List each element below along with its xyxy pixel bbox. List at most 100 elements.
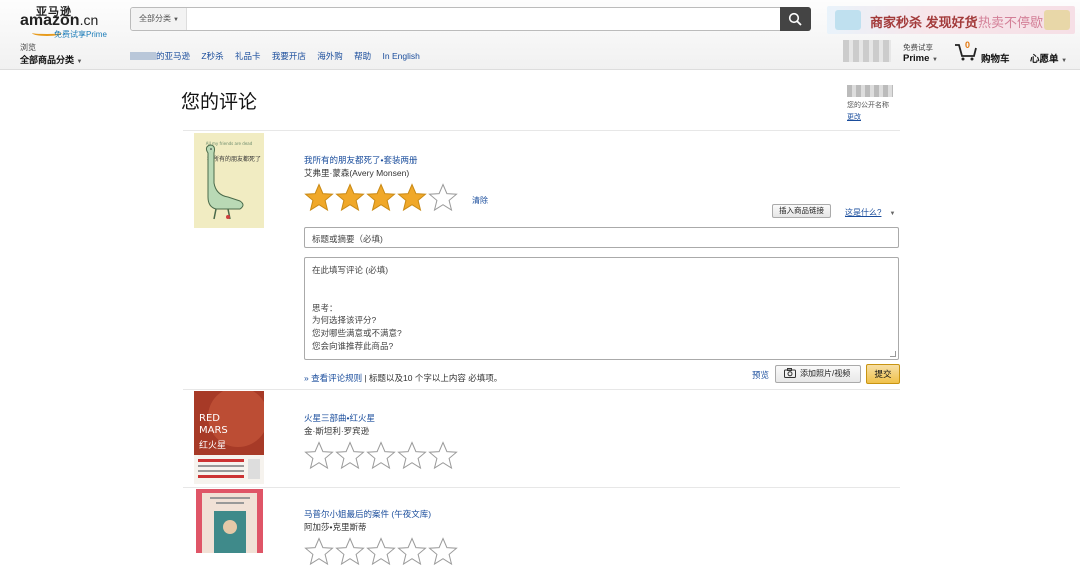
preview-link[interactable]: 预览 [752, 369, 769, 381]
divider [183, 389, 900, 390]
banner-sub-text: 热卖不停歇 [978, 15, 1044, 30]
review-product-title-link[interactable]: 我所有的朋友都死了•套装两册 [304, 154, 417, 166]
cart-label: 购物车 [981, 54, 1010, 65]
product-image-3[interactable] [196, 489, 263, 553]
star-empty-icon[interactable] [304, 537, 334, 566]
star-empty-icon[interactable] [428, 441, 458, 470]
body-placeholder-line [312, 289, 891, 302]
nav-link-z-deals[interactable]: Z秒杀 [201, 51, 223, 61]
review-title-input[interactable]: 标题或摘要（必填) [304, 227, 899, 248]
body-placeholder-line: 您对哪些满意或不满意? [312, 327, 402, 338]
chevron-down-icon: ▼ [76, 59, 83, 65]
camera-icon [784, 368, 796, 378]
nav-link-help[interactable]: 帮助 [354, 51, 371, 61]
svg-text:我所有的朋友都死了: 我所有的朋友都死了 [207, 155, 261, 163]
product-title-link[interactable]: 马普尔小姐最后的案件 (午夜文库) [304, 508, 431, 520]
public-name-edit-link[interactable]: 更改 [847, 112, 907, 122]
star-empty-icon[interactable] [304, 441, 334, 470]
miss-marple-cover-art [196, 489, 263, 553]
nav-link-global[interactable]: 海外购 [317, 51, 343, 61]
prime-trial-link[interactable]: 免费试享Prime [54, 29, 107, 40]
divider [183, 130, 900, 131]
svg-text:MARS: MARS [199, 425, 228, 436]
star-filled-icon[interactable] [335, 183, 365, 212]
product-author: 阿加莎•克里斯蒂 [304, 522, 367, 532]
chevron-down-icon: ▼ [889, 211, 896, 217]
star-empty-icon[interactable] [335, 441, 365, 470]
divider [183, 487, 900, 488]
search-icon [788, 12, 802, 26]
search-button[interactable] [780, 7, 811, 31]
product-title-link[interactable]: 火星三部曲•红火星 [304, 412, 375, 424]
rating-stars [304, 183, 459, 212]
banner-left-image [835, 10, 861, 30]
top-header: 亚马逊 amazon.cn 免费试享Prime 全部分类 ▼ 商家秒杀 发现好货 … [0, 0, 1080, 70]
body-placeholder-line: 为何选择该评分? [312, 315, 377, 326]
review-body-textarea[interactable]: 在此填写评论 (必填) 思考： 为何选择该评分? 您对哪些满意或不满意? 您会向… [304, 257, 899, 360]
svg-text:红火星: 红火星 [199, 439, 226, 451]
account-menu-blurred[interactable] [843, 40, 891, 62]
chevron-down-icon: ▼ [1061, 58, 1068, 64]
whats-this-link[interactable]: 这是什么? ▼ [845, 207, 895, 218]
insert-product-link-button[interactable]: 插入商品链接 [772, 204, 831, 218]
star-empty-icon[interactable] [397, 537, 427, 566]
clear-rating-link[interactable]: 清除 [472, 195, 488, 206]
cart-count: 0 [965, 40, 971, 50]
body-placeholder-line: 在此填写评论 (必填) [312, 265, 389, 275]
star-filled-icon[interactable] [397, 183, 427, 212]
dinosaur-cover-art: All my friends are dead 我所有的朋友都死了 [206, 141, 261, 220]
review-rules: » 查看评论规则 | 标题以及10 个字以上内容 必填项。 [304, 372, 502, 384]
star-filled-icon[interactable] [366, 183, 396, 212]
blurred-public-name [847, 85, 893, 97]
prime-menu[interactable]: 免费试享 Prime ▼ [903, 42, 938, 64]
star-empty-icon[interactable] [366, 537, 396, 566]
body-placeholder-line: 您会向谁推荐此商品? [312, 340, 394, 351]
star-empty-icon[interactable] [335, 537, 365, 566]
nav-link-gift-card[interactable]: 礼品卡 [235, 51, 261, 61]
red-mars-cover-art: RED MARS 红火星 [194, 391, 264, 484]
banner-right-image [1044, 10, 1070, 30]
add-photo-video-button[interactable]: 添加照片/视频 [775, 365, 861, 383]
star-filled-icon[interactable] [304, 183, 334, 212]
logo-brand: amazon.cn [20, 12, 99, 29]
star-empty-icon[interactable] [428, 183, 458, 212]
search-input[interactable] [188, 8, 778, 30]
public-name-label: 您的公开名称 [847, 102, 889, 109]
body-placeholder-line [312, 277, 891, 290]
review-product-author: 艾弗里·蒙森(Avery Monsen) [304, 168, 410, 178]
review-rules-text: | 标题以及10 个字以上内容 必填项。 [364, 373, 503, 383]
nav-link-english[interactable]: In English [383, 51, 420, 61]
review-rules-link[interactable]: » 查看评论规则 [304, 373, 362, 383]
browse-small-label: 浏览 [20, 43, 36, 52]
promo-banner[interactable]: 商家秒杀 发现好货 热卖不停歇 [827, 6, 1075, 34]
chevron-down-icon: ▼ [932, 57, 938, 63]
amazon-logo[interactable]: 亚马逊 amazon.cn 免费试享Prime [20, 4, 120, 39]
product-author: 金·斯坦利·罗宾逊 [304, 426, 370, 436]
rating-stars [304, 441, 459, 470]
cart-button[interactable]: 0 购物车 [954, 40, 1014, 65]
page-title: 您的评论 [181, 92, 258, 113]
prime-big-label: Prime ▼ [903, 53, 938, 64]
browse-all-categories[interactable]: 浏览 全部商品分类 ▼ [20, 42, 82, 66]
search-category-dropdown[interactable]: 全部分类 ▼ [131, 8, 187, 30]
submit-review-button[interactable]: 提交 [866, 364, 900, 384]
nav-links: 的亚马逊 Z秒杀 礼品卡 我要开店 海外购 帮助 In English [130, 50, 429, 62]
resize-handle[interactable] [890, 351, 896, 357]
rating-stars [304, 537, 459, 566]
svg-text:RED: RED [199, 413, 220, 424]
star-empty-icon[interactable] [397, 441, 427, 470]
product-image-1[interactable]: All my friends are dead 我所有的朋友都死了 [194, 133, 264, 228]
body-placeholder-line: 思考： [312, 302, 338, 313]
nav-link-my-amazon[interactable]: 的亚马逊 [156, 51, 190, 61]
star-empty-icon[interactable] [366, 441, 396, 470]
banner-main-text: 商家秒杀 发现好货 [870, 15, 978, 30]
blurred-username [130, 52, 156, 60]
prime-small-label: 免费试享 [903, 43, 933, 52]
wishlist-menu[interactable]: 心愿单 ▼ [1030, 51, 1067, 65]
nav-link-sell[interactable]: 我要开店 [272, 51, 306, 61]
search-bar: 全部分类 ▼ [130, 7, 811, 31]
star-empty-icon[interactable] [428, 537, 458, 566]
product-image-2[interactable]: RED MARS 红火星 [194, 391, 264, 484]
browse-big-label: 全部商品分类 ▼ [20, 55, 83, 65]
public-name-box: 您的公开名称 更改 [847, 85, 907, 122]
